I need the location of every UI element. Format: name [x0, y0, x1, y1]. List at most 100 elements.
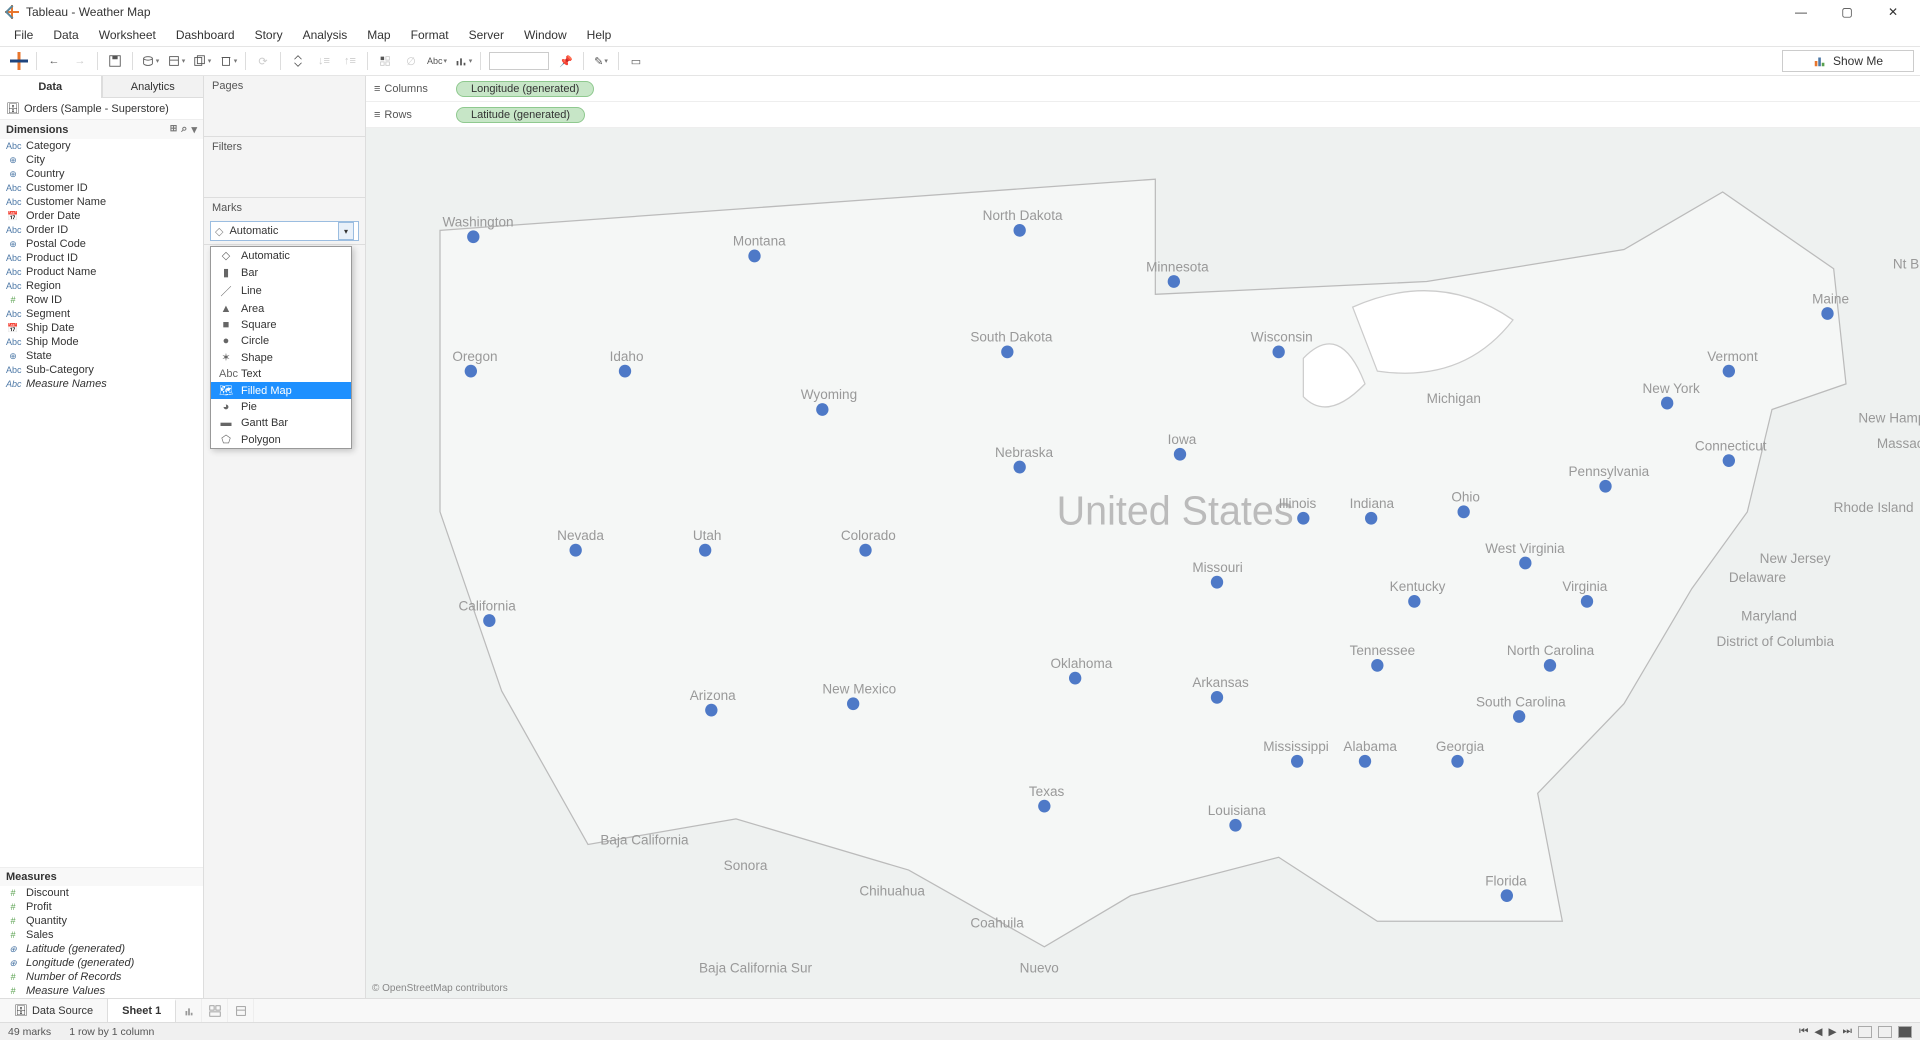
dimension-field[interactable]: AbcShip Mode [0, 335, 203, 349]
measure-field[interactable]: ⊕Longitude (generated) [0, 956, 203, 970]
state-marker[interactable] [1297, 512, 1309, 525]
highlight-button[interactable] [373, 50, 397, 72]
mark-option[interactable]: ●Circle [211, 333, 351, 349]
data-source-selector[interactable]: 🗄 Orders (Sample - Superstore) [0, 98, 203, 120]
maximize-button[interactable]: ▢ [1824, 0, 1870, 24]
measure-field[interactable]: ⊕Latitude (generated) [0, 942, 203, 956]
totals-button[interactable]: Abc [425, 50, 449, 72]
nav-last-icon[interactable]: ⏭ [1843, 1025, 1852, 1038]
state-marker[interactable] [1291, 755, 1303, 768]
measure-field[interactable]: #Sales [0, 928, 203, 942]
dimension-field[interactable]: ⊕Country [0, 167, 203, 181]
state-marker[interactable] [1069, 672, 1081, 685]
state-marker[interactable] [1501, 889, 1513, 902]
mark-option[interactable]: ▲Area [211, 301, 351, 317]
state-marker[interactable] [1408, 595, 1420, 608]
mark-option[interactable]: ■Square [211, 317, 351, 333]
chevron-down-icon[interactable]: ▾ [338, 222, 354, 240]
dimension-field[interactable]: 📅Ship Date [0, 321, 203, 335]
state-marker[interactable] [1599, 480, 1611, 493]
state-marker[interactable] [748, 250, 760, 263]
sort-desc-button[interactable]: ↑≡ [338, 50, 362, 72]
state-marker[interactable] [1014, 224, 1026, 237]
state-marker[interactable] [1211, 576, 1223, 589]
state-marker[interactable] [1273, 346, 1285, 359]
new-worksheet-button[interactable] [164, 50, 188, 72]
state-marker[interactable] [1211, 691, 1223, 704]
state-marker[interactable] [1519, 557, 1531, 570]
dimension-field[interactable]: AbcProduct Name [0, 265, 203, 279]
mark-option[interactable]: ◇Automatic [211, 247, 351, 264]
refresh-button[interactable]: ⟳ [251, 50, 275, 72]
state-marker[interactable] [705, 704, 717, 717]
state-marker[interactable] [1544, 659, 1556, 672]
view-grid-icon[interactable] [1858, 1026, 1872, 1038]
clear-button[interactable] [216, 50, 240, 72]
state-marker[interactable] [816, 403, 828, 416]
duplicate-button[interactable] [190, 50, 214, 72]
state-marker[interactable] [1723, 365, 1735, 378]
state-marker[interactable] [619, 365, 631, 378]
menu-worksheet[interactable]: Worksheet [89, 28, 166, 42]
nav-first-icon[interactable]: ⏮ [1799, 1025, 1808, 1038]
state-marker[interactable] [483, 614, 495, 627]
rows-shelf[interactable]: ≡Rows Latitude (generated) [366, 102, 1920, 128]
search-field-icon[interactable]: ⌕ [181, 123, 187, 136]
state-marker[interactable] [1723, 454, 1735, 467]
dimension-field[interactable]: ⊕State [0, 349, 203, 363]
dimension-field[interactable]: AbcCategory [0, 139, 203, 153]
dimension-field[interactable]: AbcProduct ID [0, 251, 203, 265]
state-marker[interactable] [1821, 307, 1833, 320]
columns-shelf[interactable]: ≡Columns Longitude (generated) [366, 76, 1920, 102]
menu-format[interactable]: Format [401, 28, 459, 42]
pen-button[interactable]: ✎ [589, 50, 613, 72]
state-marker[interactable] [847, 697, 859, 710]
dimension-field[interactable]: AbcMeasure Names [0, 377, 203, 391]
swap-button[interactable] [286, 50, 310, 72]
state-marker[interactable] [1513, 710, 1525, 723]
view-full-icon[interactable] [1898, 1026, 1912, 1038]
menu-map[interactable]: Map [357, 28, 400, 42]
dimension-field[interactable]: ⊕Postal Code [0, 237, 203, 251]
mark-type-dropdown[interactable]: ◇ Automatic ▾ [210, 221, 359, 241]
nav-next-icon[interactable]: ▶ [1828, 1026, 1836, 1038]
dimension-field[interactable]: AbcCustomer ID [0, 181, 203, 195]
state-marker[interactable] [1014, 461, 1026, 474]
mark-option[interactable]: 🗺Filled Map [211, 382, 351, 399]
state-marker[interactable] [1229, 819, 1241, 832]
nav-prev-icon[interactable]: ◀ [1814, 1026, 1822, 1038]
measure-field[interactable]: #Quantity [0, 914, 203, 928]
menu-data[interactable]: Data [43, 28, 88, 42]
dimension-field[interactable]: AbcCustomer Name [0, 195, 203, 209]
state-marker[interactable] [1038, 800, 1050, 813]
measure-field[interactable]: #Discount [0, 886, 203, 900]
dimension-field[interactable]: ⊕City [0, 153, 203, 167]
new-datasource-button[interactable] [138, 50, 162, 72]
map-canvas[interactable]: United States WashingtonMontanaNorth Dak… [366, 128, 1920, 998]
tab-data-source[interactable]: 🗄 Data Source [0, 999, 108, 1022]
state-marker[interactable] [1371, 659, 1383, 672]
menu-file[interactable]: File [4, 28, 43, 42]
menu-dashboard[interactable]: Dashboard [166, 28, 245, 42]
new-story-icon[interactable] [228, 999, 254, 1022]
new-worksheet-icon[interactable] [176, 999, 202, 1022]
dimension-field[interactable]: AbcSub-Category [0, 363, 203, 377]
forward-button[interactable]: → [68, 50, 92, 72]
group-button[interactable]: ∅ [399, 50, 423, 72]
measure-field[interactable]: #Number of Records [0, 970, 203, 984]
state-marker[interactable] [1001, 346, 1013, 359]
state-marker[interactable] [1451, 755, 1463, 768]
presentation-button[interactable]: ▭ [624, 50, 648, 72]
state-marker[interactable] [1168, 275, 1180, 288]
tab-analytics[interactable]: Analytics [102, 76, 204, 98]
state-marker[interactable] [467, 230, 479, 243]
dimension-field[interactable]: #Row ID [0, 293, 203, 307]
new-dashboard-icon[interactable] [202, 999, 228, 1022]
save-button[interactable] [103, 50, 127, 72]
view-data-icon[interactable]: ⊞ [170, 123, 178, 136]
view-slide-icon[interactable] [1878, 1026, 1892, 1038]
close-button[interactable]: ✕ [1870, 0, 1916, 24]
dimensions-menu-icon[interactable]: ▾ [191, 123, 197, 136]
rows-pill[interactable]: Latitude (generated) [456, 107, 585, 123]
state-marker[interactable] [1365, 512, 1377, 525]
